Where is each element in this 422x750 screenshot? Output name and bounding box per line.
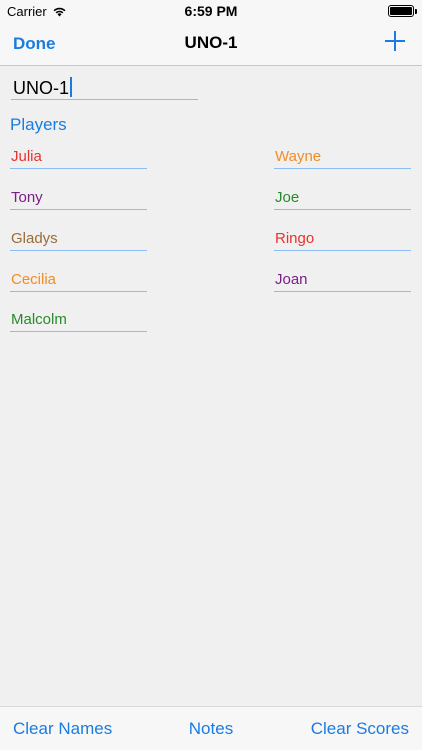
clear-scores-button[interactable]: Clear Scores (311, 719, 409, 739)
player-field-julia[interactable]: Julia (10, 147, 147, 169)
status-bar: Carrier 6:59 PM (0, 0, 422, 22)
text-cursor (70, 77, 73, 97)
screen: Carrier 6:59 PM Done UNO-1 UNO-1 Players… (0, 0, 422, 750)
plus-icon[interactable] (384, 30, 406, 52)
players-label: Players (10, 115, 67, 134)
player-field-wayne[interactable]: Wayne (274, 147, 411, 169)
battery-fill (390, 7, 412, 15)
player-field-tony[interactable]: Tony (10, 188, 147, 210)
player-field-ringo[interactable]: Ringo (274, 229, 411, 251)
player-field-malcolm[interactable]: Malcolm (10, 310, 147, 332)
game-name-input[interactable]: UNO-1 (11, 76, 198, 100)
bottom-toolbar: Clear Names Notes Clear Scores (0, 706, 422, 750)
player-field-joan[interactable]: Joan (274, 270, 411, 292)
player-field-cecilia[interactable]: Cecilia (10, 270, 147, 292)
game-name-value: UNO-1 (13, 78, 70, 98)
nav-bar: Done UNO-1 (0, 22, 422, 66)
status-time: 6:59 PM (184, 3, 238, 19)
battery-icon (388, 5, 417, 17)
nav-title: UNO-1 (184, 33, 238, 52)
player-field-gladys[interactable]: Gladys (10, 229, 147, 251)
player-field-joe[interactable]: Joe (274, 188, 411, 210)
